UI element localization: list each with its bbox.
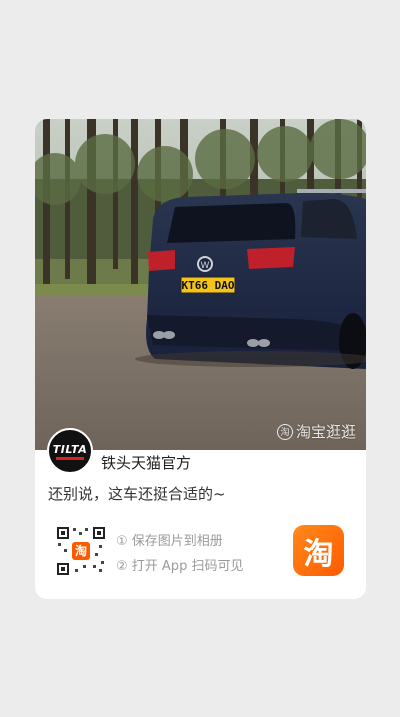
instruction-save-image: ① 保存图片到相册 <box>116 534 223 549</box>
watermark: 淘 淘宝逛逛 <box>276 421 356 442</box>
taobao-app-glyph: 淘 <box>303 536 334 572</box>
avatar-brand-text: TILTA <box>52 442 88 456</box>
share-card: W KT66 DAO 淘 淘宝逛逛 TILTA 铁头天猫官方 还别说，这车还挺合… <box>35 119 366 599</box>
license-plate-text: KT66 DAO <box>182 279 235 292</box>
shop-name[interactable]: 铁头天猫官方 <box>101 452 191 473</box>
qr-code: 淘 <box>55 525 107 577</box>
avatar-stripe <box>56 456 84 460</box>
svg-text:W: W <box>201 261 210 271</box>
taobao-logo-icon: 淘 <box>276 423 293 440</box>
post-description: 还别说，这车还挺合适的~ <box>48 485 226 503</box>
instruction-open-app: ② 打开 App 扫码可见 <box>116 559 244 574</box>
qr-center-glyph: 淘 <box>75 543 87 558</box>
shop-avatar[interactable]: TILTA <box>47 428 93 474</box>
taobao-app-icon[interactable]: 淘 <box>293 525 344 576</box>
watermark-text: 淘宝逛逛 <box>295 423 356 441</box>
qr-code-icon: 淘 <box>55 525 107 577</box>
post-photo[interactable]: W KT66 DAO 淘 淘宝逛逛 <box>35 119 366 450</box>
car-forest-image: W KT66 DAO <box>35 119 366 450</box>
